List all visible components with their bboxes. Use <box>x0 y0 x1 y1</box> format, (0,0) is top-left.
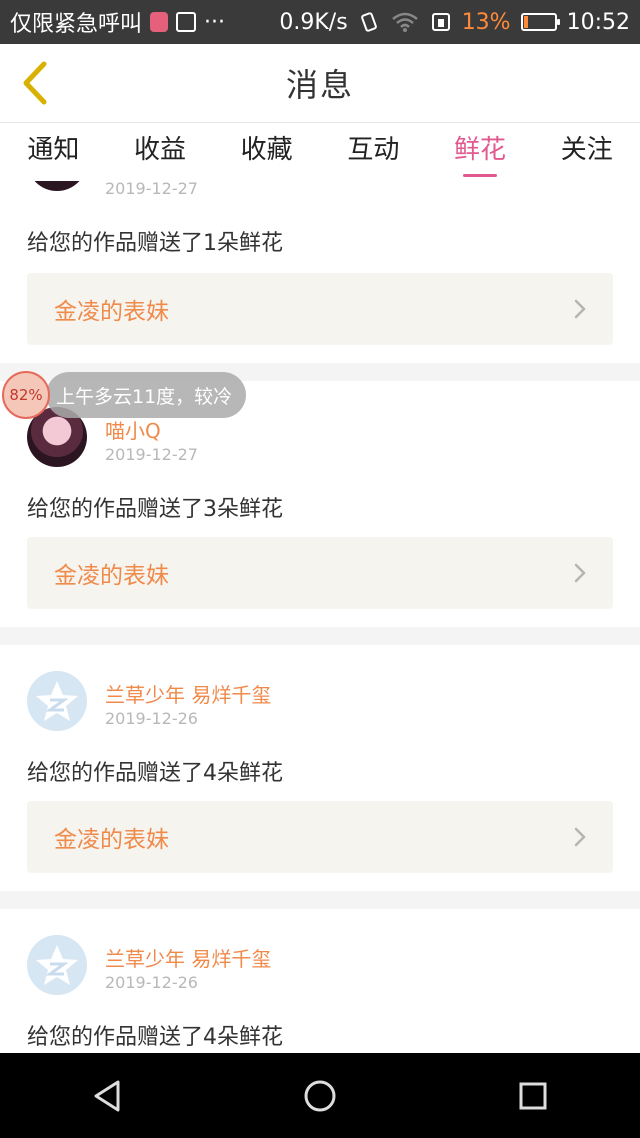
tab-favorites[interactable]: 收藏 <box>213 123 320 181</box>
message-date: 2019-12-26 <box>105 973 198 992</box>
list-item: 兰草少年 易烊千玺 2019-12-26 给您的作品赠送了4朵鲜花 <box>0 909 640 1053</box>
nav-recents-button[interactable] <box>503 1066 563 1126</box>
sender-name[interactable]: 兰草少年 易烊千玺 <box>105 943 271 972</box>
image-notification-icon <box>176 12 197 32</box>
triangle-back-icon <box>94 1080 120 1111</box>
sender-name[interactable]: 兰草少年 易烊千玺 <box>105 679 271 708</box>
qzone-star-icon <box>36 945 78 985</box>
app-notification-icon <box>150 12 169 32</box>
message-text: 给您的作品赠送了3朵鲜花 <box>27 497 283 522</box>
back-button[interactable] <box>14 58 54 108</box>
weather-widget[interactable]: 82% 上午多云11度，较冷 <box>2 371 247 419</box>
vibrate-icon <box>360 12 377 32</box>
tab-following[interactable]: 关注 <box>533 123 640 181</box>
tab-notifications[interactable]: 通知 <box>0 123 107 181</box>
list-item: 兰草少年 易烊千玺 2019-12-26 给您的作品赠送了4朵鲜花 金凌的表妹 <box>0 645 640 891</box>
work-title: 金凌的表妹 <box>54 827 169 853</box>
chevron-right-icon <box>574 563 586 583</box>
message-feed[interactable]: 2019-12-27 给您的作品赠送了1朵鲜花 金凌的表妹 喵小Q 2019-1… <box>0 181 640 1053</box>
tab-interactions[interactable]: 互动 <box>320 123 427 181</box>
work-link[interactable]: 金凌的表妹 <box>27 273 613 345</box>
battery-percent: 13% <box>461 9 511 35</box>
message-date: 2019-12-27 <box>105 445 198 464</box>
tab-bar: 通知 收益 收藏 互动 鲜花 关注 <box>0 123 640 181</box>
carrier-text: 仅限紧急呼叫 <box>10 12 143 37</box>
nav-home-button[interactable] <box>290 1066 350 1126</box>
chevron-right-icon <box>574 827 586 847</box>
user-avatar[interactable] <box>27 935 87 995</box>
tab-flowers[interactable]: 鲜花 <box>427 123 534 181</box>
work-title: 金凌的表妹 <box>54 563 169 589</box>
user-avatar[interactable] <box>27 671 87 731</box>
work-link[interactable]: 金凌的表妹 <box>27 801 613 873</box>
header: 消息 <box>0 44 640 123</box>
qzone-star-icon <box>36 681 78 721</box>
weather-percent: 82% <box>2 371 50 419</box>
chevron-right-icon <box>574 299 586 319</box>
sim-icon <box>431 13 450 31</box>
work-link[interactable]: 金凌的表妹 <box>27 537 613 609</box>
user-avatar[interactable] <box>27 181 87 191</box>
list-item: 2019-12-27 给您的作品赠送了1朵鲜花 金凌的表妹 <box>0 181 640 363</box>
weather-text: 上午多云11度，较冷 <box>46 372 247 418</box>
page-title: 消息 <box>285 66 354 104</box>
nav-back-button[interactable] <box>77 1066 137 1126</box>
message-text: 给您的作品赠送了4朵鲜花 <box>27 761 283 786</box>
message-text: 给您的作品赠送了1朵鲜花 <box>27 231 283 256</box>
status-bar: 仅限紧急呼叫 ··· 0.9K/s 13% 10:52 <box>0 0 640 44</box>
system-nav-bar <box>0 1053 640 1138</box>
circle-home-icon <box>304 1080 336 1111</box>
message-date: 2019-12-27 <box>105 181 198 198</box>
clock: 10:52 <box>566 9 630 35</box>
battery-icon <box>520 13 560 31</box>
square-recents-icon <box>519 1082 547 1109</box>
message-date: 2019-12-26 <box>105 709 198 728</box>
work-title: 金凌的表妹 <box>54 299 169 325</box>
wifi-icon <box>391 12 418 32</box>
screen: 仅限紧急呼叫 ··· 0.9K/s 13% 10:52 消息 通知 收益 收藏 … <box>0 0 640 1138</box>
tab-earnings[interactable]: 收益 <box>107 123 214 181</box>
sender-name[interactable]: 喵小Q <box>105 415 161 444</box>
chevron-left-icon <box>23 61 47 105</box>
more-notifications-icon: ··· <box>204 9 225 35</box>
network-speed: 0.9K/s <box>279 9 348 35</box>
message-text: 给您的作品赠送了4朵鲜花 <box>27 1025 283 1050</box>
